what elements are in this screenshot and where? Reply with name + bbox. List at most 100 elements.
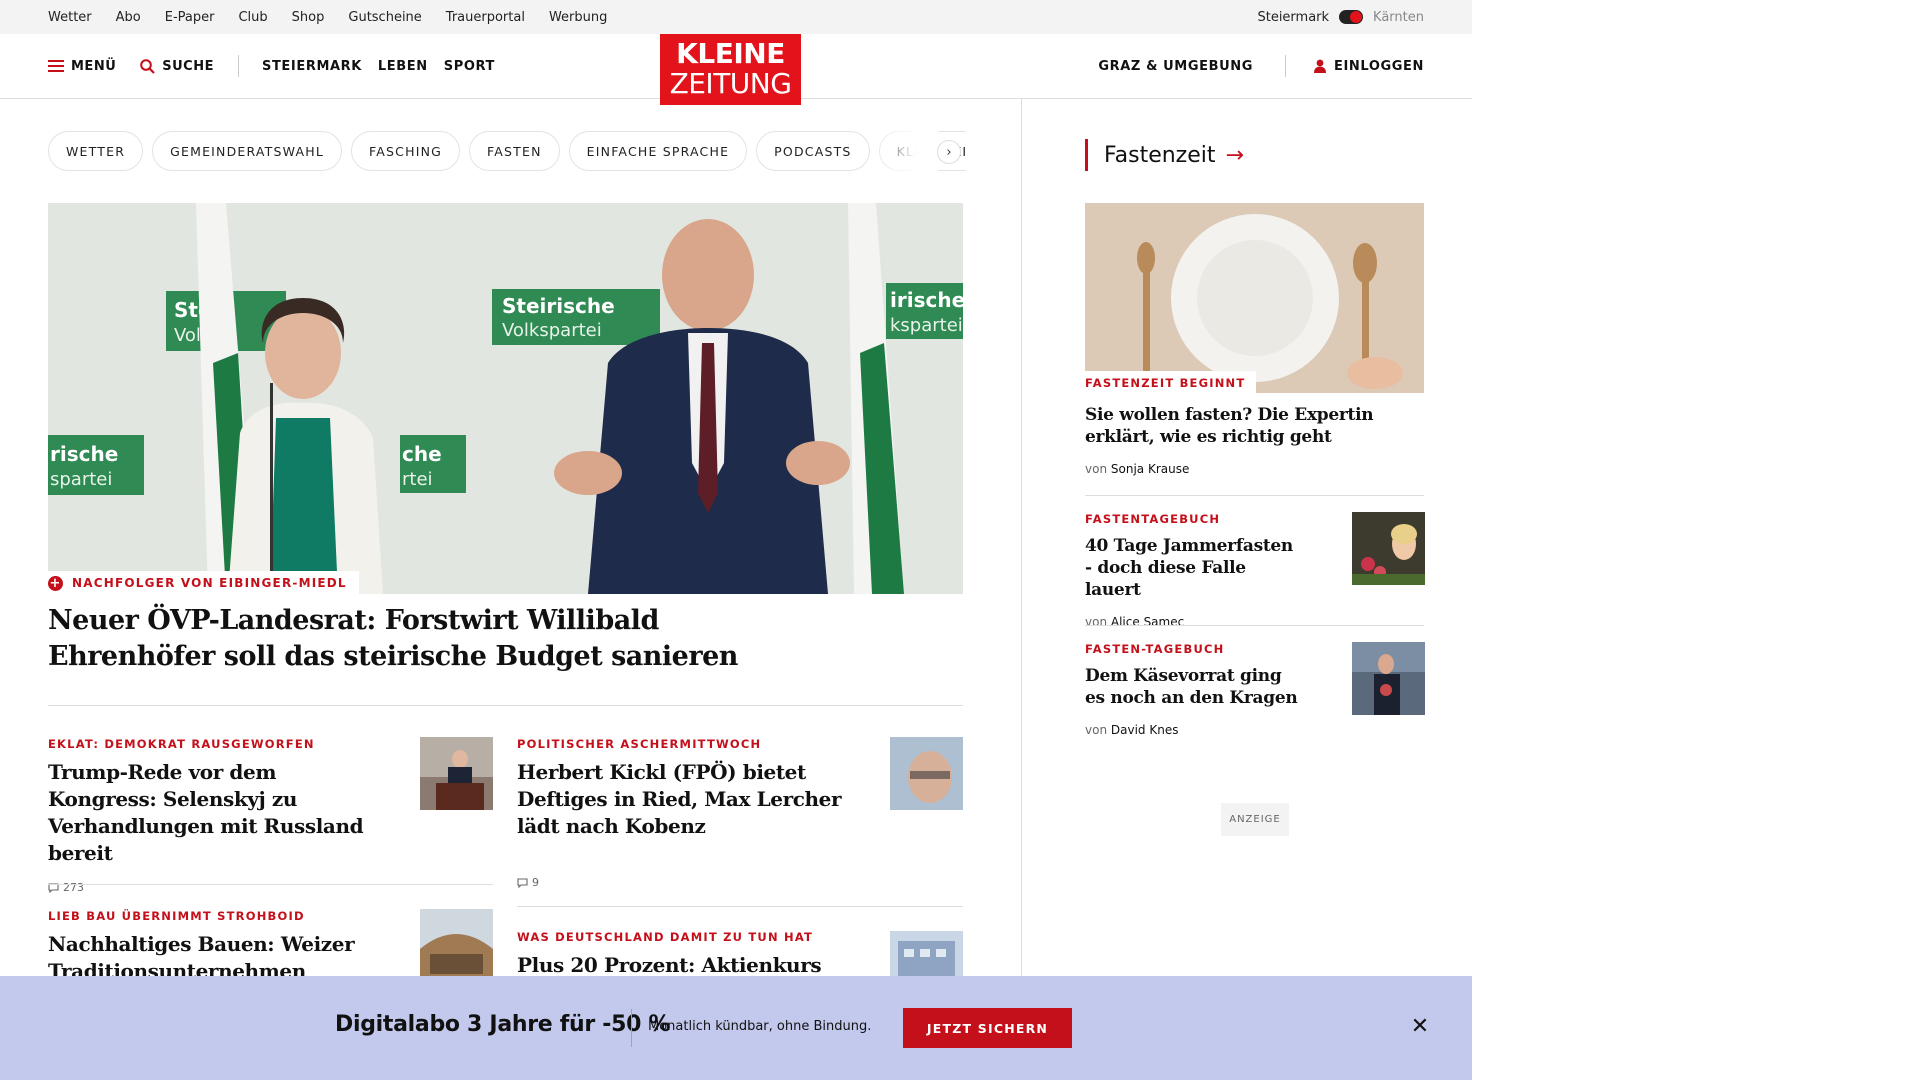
search-icon bbox=[140, 58, 156, 74]
comment-count-value: 273 bbox=[63, 881, 84, 894]
teaser-kicker: EKLAT: DEMOKRAT RAUSGEWORFEN bbox=[48, 737, 315, 751]
comment-count[interactable]: 9 bbox=[517, 876, 847, 889]
byline-author[interactable]: Alice Samec bbox=[1111, 615, 1184, 629]
utility-link-epaper[interactable]: E-Paper bbox=[165, 10, 215, 25]
byline-prefix: von bbox=[1085, 462, 1108, 476]
byline-author[interactable]: Sonja Krause bbox=[1111, 462, 1189, 476]
promo-divider bbox=[631, 1009, 632, 1047]
person-photo bbox=[1352, 642, 1425, 715]
utility-link-wetter[interactable]: Wetter bbox=[48, 10, 92, 25]
login-button[interactable]: EINLOGGEN bbox=[1314, 59, 1424, 74]
utility-link-werbung[interactable]: Werbung bbox=[549, 10, 607, 25]
byline: von Sonja Krause bbox=[1085, 462, 1385, 476]
tag-fasten[interactable]: FASTEN bbox=[469, 131, 560, 171]
promo-cta-button[interactable]: JETZT SICHERN bbox=[903, 1008, 1072, 1048]
teaser-kickl[interactable]: POLITISCHER ASCHERMITTWOCH Herbert Kickl… bbox=[517, 737, 847, 889]
teaser-title: Herbert Kickl (FPÖ) bietet Deftiges in R… bbox=[517, 760, 842, 838]
trump-photo bbox=[420, 737, 493, 810]
chevron-right-icon: › bbox=[946, 144, 952, 160]
flowers-photo bbox=[1352, 512, 1425, 585]
utility-link-gutscheine[interactable]: Gutscheine bbox=[348, 10, 421, 25]
tag-fasching[interactable]: FASCHING bbox=[351, 131, 461, 171]
search-label: SUCHE bbox=[162, 58, 214, 74]
teaser-trump[interactable]: EKLAT: DEMOKRAT RAUSGEWORFEN Trump-Rede … bbox=[48, 737, 378, 894]
search-button[interactable]: SUCHE bbox=[140, 59, 214, 74]
promo-title: Digitalabo 3 Jahre für -50 % bbox=[335, 1012, 671, 1037]
banner-text-center-1: Steirische bbox=[502, 294, 615, 318]
nav-graz-umgebung[interactable]: GRAZ & UMGEBUNG bbox=[1098, 59, 1253, 74]
subscription-banner: Digitalabo 3 Jahre für -50 % Monatlich k… bbox=[0, 976, 1472, 1080]
utility-link-shop[interactable]: Shop bbox=[292, 10, 325, 25]
banner-text-center-2: Volkspartei bbox=[502, 320, 602, 341]
teaser-thumb-kickl[interactable] bbox=[890, 737, 963, 810]
sidebar-article-title: Sie wollen fasten? Die Expertin erklärt,… bbox=[1085, 405, 1374, 447]
sidebar-kicker-1: FASTENZEIT BEGINNT bbox=[1085, 371, 1257, 395]
hero-image[interactable]: Steir Volk Steirische Volkspartei irisch… bbox=[48, 203, 963, 594]
banner-text-right-1: irische bbox=[890, 288, 963, 312]
login-label: EINLOGGEN bbox=[1334, 58, 1424, 74]
utility-bar: Wetter Abo E-Paper Club Shop Gutscheine … bbox=[0, 0, 1472, 34]
sidebar-thumb-2[interactable] bbox=[1352, 512, 1425, 585]
sidebar-article-title: Dem Käsevorrat ging es noch an den Krage… bbox=[1085, 666, 1298, 708]
page-background bbox=[1472, 0, 1920, 1080]
hero-photo: Steir Volk Steirische Volkspartei irisch… bbox=[48, 203, 963, 594]
teaser-thumb-liebbau[interactable] bbox=[420, 909, 493, 982]
arrow-right-icon: → bbox=[1225, 142, 1244, 168]
banner-text-low-2: spartei bbox=[50, 469, 112, 490]
utility-links: Wetter Abo E-Paper Club Shop Gutscheine … bbox=[48, 0, 631, 34]
teaser-title: Trump-Rede vor dem Kongress: Selenskyj z… bbox=[48, 760, 364, 865]
tag-podcasts[interactable]: PODCASTS bbox=[756, 131, 870, 171]
sidebar-thumb-3[interactable] bbox=[1352, 642, 1425, 715]
site-logo[interactable]: KLEINE ZEITUNG bbox=[660, 34, 801, 105]
teaser-divider bbox=[517, 906, 963, 907]
region-kaernten[interactable]: Kärnten bbox=[1373, 10, 1424, 25]
region-steiermark[interactable]: Steiermark bbox=[1257, 10, 1329, 25]
sidebar-article-2[interactable]: FASTENTAGEBUCH 40 Tage Jammerfasten - do… bbox=[1085, 512, 1305, 629]
teaser-kicker: WAS DEUTSCHLAND DAMIT ZU TUN HAT bbox=[517, 930, 814, 944]
ad-label: ANZEIGE bbox=[1221, 803, 1289, 836]
utility-link-abo[interactable]: Abo bbox=[116, 10, 141, 25]
sidebar-main-image[interactable] bbox=[1085, 203, 1424, 393]
sidebar-kicker-text: FASTEN-TAGEBUCH bbox=[1085, 642, 1225, 656]
tag-gemeinderatswahl[interactable]: GEMEINDERATSWAHL bbox=[152, 131, 343, 171]
region-toggle[interactable] bbox=[1339, 10, 1364, 24]
tag-wetter[interactable]: WETTER bbox=[48, 131, 144, 171]
teaser-divider bbox=[48, 884, 493, 885]
hero-headline[interactable]: Neuer ÖVP-Landesrat: Forstwirt Willibald… bbox=[48, 603, 808, 675]
plus-icon: + bbox=[48, 575, 63, 591]
byline: von David Knes bbox=[1085, 723, 1305, 737]
banner-text-low-3: che bbox=[402, 442, 442, 466]
user-icon bbox=[1314, 59, 1327, 73]
utility-link-trauerportal[interactable]: Trauerportal bbox=[446, 10, 525, 25]
teaser-liebbau[interactable]: LIEB BAU ÜBERNIMMT STROHBOID Nachhaltige… bbox=[48, 909, 378, 985]
teaser-thumb-trump[interactable] bbox=[420, 737, 493, 810]
comment-count-value: 9 bbox=[532, 876, 539, 889]
sidebar-article-title: 40 Tage Jammerfasten - doch diese Falle … bbox=[1085, 536, 1293, 600]
sidebar-article-1[interactable]: Sie wollen fasten? Die Expertin erklärt,… bbox=[1085, 404, 1385, 476]
sidebar-heading-text: Fastenzeit bbox=[1104, 142, 1216, 168]
utility-link-club[interactable]: Club bbox=[238, 10, 267, 25]
sidebar-article-3[interactable]: FASTEN-TAGEBUCH Dem Käsevorrat ging es n… bbox=[1085, 642, 1305, 737]
nav-steiermark[interactable]: STEIERMARK bbox=[262, 59, 362, 74]
byline-author[interactable]: David Knes bbox=[1111, 723, 1179, 737]
nav-leben[interactable]: LEBEN bbox=[378, 59, 428, 74]
banner-text-right-2: kspartei bbox=[890, 315, 963, 336]
logo-line-1: KLEINE bbox=[676, 37, 785, 70]
logo-line-2: ZEITUNG bbox=[669, 67, 792, 100]
sidebar-heading[interactable]: Fastenzeit → bbox=[1085, 139, 1244, 171]
menu-button[interactable]: MENÜ bbox=[48, 59, 116, 74]
sidebar-kicker-text: FASTENZEIT BEGINNT bbox=[1085, 376, 1246, 390]
close-icon[interactable]: ✕ bbox=[1409, 1016, 1431, 1038]
column-divider bbox=[1021, 99, 1022, 999]
promo-subtitle: Monatlich kündbar, ohne Bindung. bbox=[648, 1019, 872, 1034]
tags-next-button[interactable]: › bbox=[937, 140, 961, 164]
hero-kicker: + NACHFOLGER VON EIBINGER-MIEDL bbox=[48, 571, 359, 595]
banner-text-low-1: rische bbox=[50, 442, 118, 466]
hamburger-icon bbox=[48, 60, 64, 72]
hero-divider bbox=[48, 705, 963, 706]
menu-label: MENÜ bbox=[71, 58, 117, 74]
tags-fade bbox=[868, 131, 938, 171]
tag-einfache-sprache[interactable]: EINFACHE SPRACHE bbox=[568, 131, 748, 171]
nav-sport[interactable]: SPORT bbox=[444, 59, 495, 74]
comment-count[interactable]: 273 bbox=[48, 881, 378, 894]
